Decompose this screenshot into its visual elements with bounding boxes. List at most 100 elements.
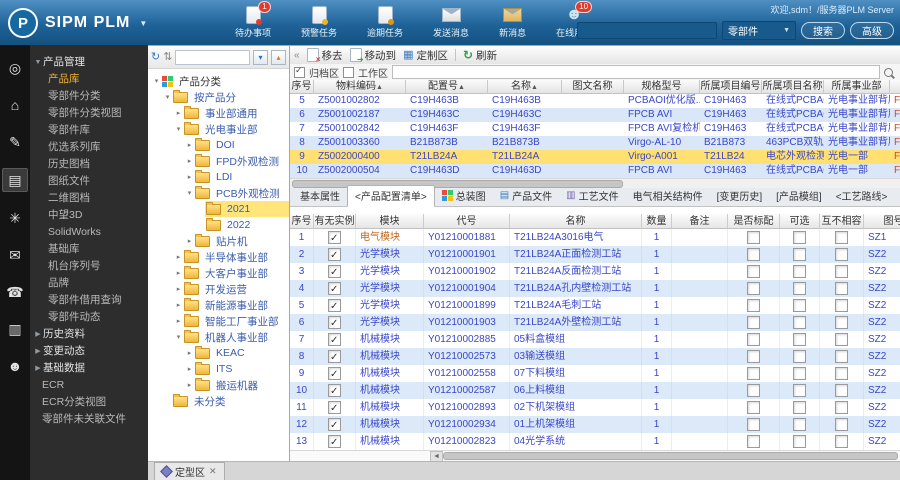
column-header-extra[interactable] xyxy=(890,80,900,94)
option-checkbox[interactable] xyxy=(835,401,848,414)
option-checkbox[interactable] xyxy=(793,401,806,414)
top-tool-new-message[interactable]: 新消息 xyxy=(499,6,526,39)
expander-arrow-icon[interactable]: ▸ xyxy=(185,349,194,357)
search-button[interactable]: 搜索 xyxy=(801,22,845,39)
sidebar-item-零部件库[interactable]: 零部件库 xyxy=(30,122,148,139)
tree-node-KEAC[interactable]: ▸ KEAC xyxy=(148,345,289,361)
option-checkbox[interactable] xyxy=(747,367,760,380)
expander-arrow-icon[interactable]: ▾ xyxy=(163,93,172,101)
tree-node-光电事业部[interactable]: ▾ 光电事业部 xyxy=(148,121,289,137)
column-header-互不相容[interactable]: 互不相容 xyxy=(820,214,864,229)
column-header-名称[interactable]: 名称▲ xyxy=(488,80,562,94)
table-row[interactable]: 6 Z5001002187 C19H463C C19H463C FPCB AVI C19H… xyxy=(290,108,900,122)
tab-产品配置清单[interactable]: <产品配置清单> xyxy=(347,185,435,207)
top-tool-todo-tasks[interactable]: 1 待办事项 xyxy=(235,1,271,39)
tree-node-2021[interactable]: 2021 xyxy=(148,201,289,217)
tree-node-FPD外观检测[interactable]: ▸ FPD外观检测 xyxy=(148,153,289,169)
table-row[interactable]: 8 Z5001003360 B21B873B B21B873B Virgo-AL-10 B… xyxy=(290,136,900,150)
global-search-input[interactable] xyxy=(577,22,717,39)
column-header-名称[interactable]: 名称 xyxy=(510,214,642,229)
message-icon[interactable]: ✉ xyxy=(3,244,27,266)
expander-arrow-icon[interactable]: ▸ xyxy=(185,157,194,165)
sidebar-item-机台序列号[interactable]: 机台序列号 xyxy=(30,258,148,275)
sidebar-item-中望3D[interactable]: 中望3D xyxy=(30,207,148,224)
tree-node-开发运营[interactable]: ▸ 开发运营 xyxy=(148,281,289,297)
option-checkbox[interactable] xyxy=(835,333,848,346)
expander-arrow-icon[interactable]: ▸ xyxy=(174,269,183,277)
instance-checkbox[interactable] xyxy=(328,434,341,450)
tab-电气相关结构件[interactable]: 电气相关结构件 xyxy=(626,186,710,206)
column-header-图号[interactable]: 图号 xyxy=(864,214,900,229)
spinner-icon[interactable]: ✳ xyxy=(3,207,27,229)
scrollbar-thumb[interactable] xyxy=(443,452,898,460)
instance-checkbox[interactable] xyxy=(328,298,341,314)
option-checkbox[interactable] xyxy=(835,350,848,363)
expander-arrow-icon[interactable]: ▸ xyxy=(185,237,194,245)
instance-checkbox[interactable] xyxy=(328,332,341,348)
option-checkbox[interactable] xyxy=(747,350,760,363)
table-row[interactable]: 9 机械模块Y0121000255807下料模组1 SZ2 xyxy=(290,365,900,382)
toolbar-button-remove[interactable]: × 移去 xyxy=(306,47,343,64)
archive-area-checkbox[interactable] xyxy=(294,65,305,78)
tab-工艺路线[interactable]: <工艺路线> xyxy=(829,186,895,206)
option-checkbox[interactable] xyxy=(747,248,760,261)
instance-checkbox[interactable] xyxy=(328,247,341,263)
column-header-序号[interactable]: 序号 xyxy=(290,214,314,229)
table-row[interactable]: 4 光学模块Y01210001904T21LB24A孔内壁检测工站1 SZ2 xyxy=(290,280,900,297)
sidebar-item-零部件分类[interactable]: 零部件分类 xyxy=(30,88,148,105)
option-checkbox[interactable] xyxy=(835,265,848,278)
tree-sort-icon[interactable]: ⇅ xyxy=(163,51,172,63)
column-header-模块[interactable]: 模块 xyxy=(356,214,424,229)
table-row[interactable]: 13 机械模块Y0121000282304光学系统1 SZ2 xyxy=(290,433,900,450)
database-icon[interactable]: ▤ xyxy=(2,168,28,192)
option-checkbox[interactable] xyxy=(793,231,806,244)
toolbar-button-custom-area[interactable]: ▦ 定制区 xyxy=(403,47,448,63)
expander-arrow-icon[interactable]: ▸ xyxy=(185,141,194,149)
search-icon[interactable] xyxy=(884,67,893,77)
option-checkbox[interactable] xyxy=(835,299,848,312)
sidebar-item-零部件动态[interactable]: 零部件动态 xyxy=(30,309,148,326)
expander-arrow-icon[interactable]: ▸ xyxy=(174,301,183,309)
option-checkbox[interactable] xyxy=(747,282,760,295)
table-row[interactable]: 2 光学模块Y01210001901T21LB24A正面检测工站1 SZ2 xyxy=(290,246,900,263)
column-header-序号[interactable]: 序号 xyxy=(290,80,314,94)
support-icon[interactable]: ☎ xyxy=(3,281,27,303)
expander-arrow-icon[interactable]: ▸ xyxy=(174,317,183,325)
option-checkbox[interactable] xyxy=(747,401,760,414)
table-row[interactable]: 3 光学模块Y01210001902T21LB24A反面检测工站1 SZ2 xyxy=(290,263,900,280)
collapse-panel-icon[interactable]: « xyxy=(294,50,300,61)
tree-node-智能工厂事业部[interactable]: ▸ 智能工厂事业部 xyxy=(148,313,289,329)
option-checkbox[interactable] xyxy=(747,231,760,244)
table-row[interactable]: 11 机械模块Y0121000289302下机架模组1 SZ2 xyxy=(290,399,900,416)
option-checkbox[interactable] xyxy=(747,299,760,312)
sidebar-item-基础库[interactable]: 基础库 xyxy=(30,241,148,258)
table-row[interactable]: 7 Z5001002842 C19H463F C19H463F FPCB AVI复检机 C… xyxy=(290,122,900,136)
column-header-所属项目名称[interactable]: 所属项目名称 xyxy=(762,80,824,94)
option-checkbox[interactable] xyxy=(793,418,806,431)
app-logo[interactable]: P SIPM PLM ▼ xyxy=(8,8,147,38)
expander-arrow-icon[interactable]: ▸ xyxy=(174,253,183,261)
tree-filter-input[interactable] xyxy=(175,49,250,65)
option-checkbox[interactable] xyxy=(793,350,806,363)
close-icon[interactable]: ✕ xyxy=(209,466,217,477)
option-checkbox[interactable] xyxy=(835,282,848,295)
sidebar-item-零部件分类视图[interactable]: 零部件分类视图 xyxy=(30,105,148,122)
kpi-search-icon[interactable]: ◎ xyxy=(3,57,27,79)
column-header-规格型号[interactable]: 规格型号 xyxy=(624,80,700,94)
tree-node-机器人事业部[interactable]: ▾ 机器人事业部 xyxy=(148,329,289,345)
instance-checkbox[interactable] xyxy=(328,383,341,399)
option-checkbox[interactable] xyxy=(835,248,848,261)
table-row[interactable]: 12 机械模块Y0121000293401上机架模组1 SZ2 xyxy=(290,416,900,433)
expander-arrow-icon[interactable]: ▸ xyxy=(174,285,183,293)
tree-node-按产品分[interactable]: ▾ 按产品分 xyxy=(148,89,289,105)
tree-node-半导体事业部[interactable]: ▸ 半导体事业部 xyxy=(148,249,289,265)
tab-总装图[interactable]: 总装图 xyxy=(435,186,493,206)
tab-基本属性[interactable]: 基本属性 xyxy=(293,186,347,206)
tree-node-DOI[interactable]: ▸ DOI xyxy=(148,137,289,153)
tab-工艺文件[interactable]: ▥ 工艺文件 xyxy=(559,186,625,206)
chevron-down-icon[interactable]: ▼ xyxy=(139,19,147,28)
table-row[interactable]: 10 Z5002000504 C19H463D C19H463D FPCB AVI C19… xyxy=(290,164,900,178)
table-row[interactable]: 9 Z5002000400 T21LB24A T21LB24A Virgo-A001 T2… xyxy=(290,150,900,164)
expander-arrow-icon[interactable]: ▸ xyxy=(185,173,194,181)
column-header-配置号[interactable]: 配置号▲ xyxy=(406,80,488,94)
